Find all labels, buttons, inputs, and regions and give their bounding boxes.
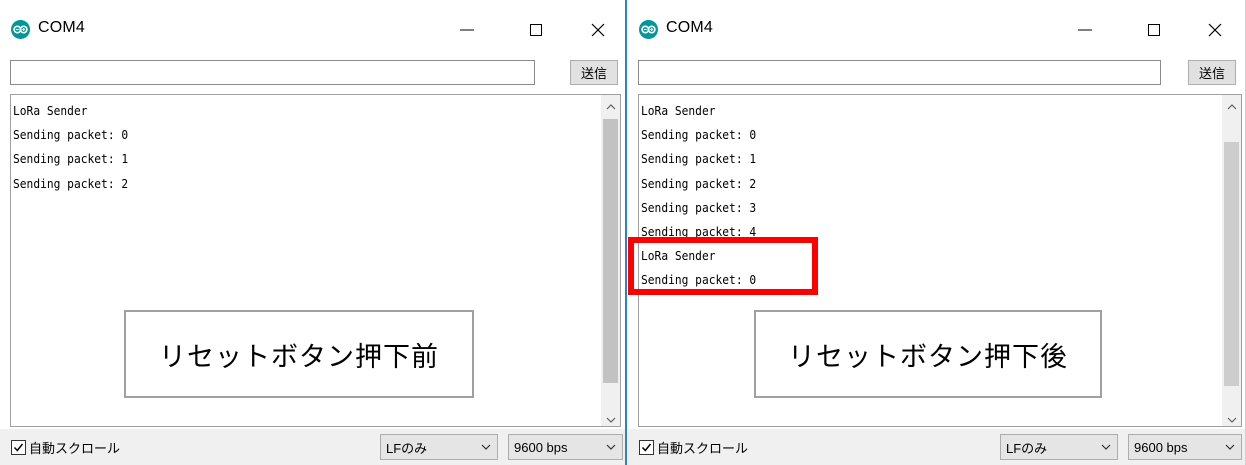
chevron-down-icon bbox=[605, 441, 617, 456]
chevron-down-icon bbox=[480, 441, 492, 456]
serial-monitor-window-after: COM4 送信 LoRa Sender Sending packet: 0 Se… bbox=[628, 0, 1246, 465]
autoscroll-checkbox[interactable] bbox=[11, 440, 26, 455]
minimize-icon bbox=[459, 22, 475, 38]
chevron-down-icon bbox=[1100, 441, 1112, 456]
highlight-box bbox=[628, 237, 818, 295]
output-line: Sending packet: 1 bbox=[13, 151, 129, 167]
send-input[interactable] bbox=[10, 60, 535, 85]
minimize-button[interactable] bbox=[444, 12, 490, 48]
caption-label: リセットボタン押下前 bbox=[124, 310, 474, 398]
line-ending-value: LFのみ bbox=[1006, 440, 1048, 456]
vertical-scrollbar[interactable] bbox=[1222, 95, 1241, 426]
chevron-down-icon bbox=[606, 408, 616, 427]
close-icon bbox=[1207, 22, 1223, 38]
maximize-button[interactable] bbox=[1131, 12, 1177, 48]
close-button[interactable] bbox=[1192, 12, 1238, 48]
baud-rate-value: 9600 bps bbox=[514, 439, 568, 455]
output-line: Sending packet: 2 bbox=[13, 175, 129, 191]
maximize-icon bbox=[528, 22, 544, 38]
serial-monitor-window-before: COM4 送信 LoRa Sender Sending packet: 0 Se… bbox=[0, 0, 627, 465]
title-bar[interactable]: COM4 bbox=[628, 0, 1245, 54]
output-line: Sending packet: 2 bbox=[641, 175, 757, 191]
line-ending-select[interactable]: LFのみ bbox=[1000, 434, 1118, 460]
status-bar: 自動スクロール LFのみ 9600 bps bbox=[0, 429, 625, 465]
arduino-icon bbox=[11, 20, 30, 39]
chevron-up-icon bbox=[606, 95, 616, 114]
output-line: LoRa Sender bbox=[13, 103, 88, 118]
scroll-thumb[interactable] bbox=[1224, 142, 1239, 386]
send-row: 送信 bbox=[628, 57, 1245, 87]
scroll-thumb[interactable] bbox=[603, 119, 618, 383]
checkmark-icon bbox=[13, 438, 24, 457]
chevron-up-icon bbox=[1227, 95, 1237, 114]
send-button[interactable]: 送信 bbox=[570, 60, 618, 85]
autoscroll-checkbox[interactable] bbox=[639, 440, 654, 455]
scroll-down-button[interactable] bbox=[1222, 408, 1241, 426]
send-input[interactable] bbox=[638, 60, 1161, 85]
close-icon bbox=[590, 22, 606, 38]
window-title: COM4 bbox=[38, 19, 86, 36]
line-ending-value: LFのみ bbox=[386, 440, 428, 456]
autoscroll-label: 自動スクロール bbox=[29, 442, 121, 457]
output-lines: LoRa Sender Sending packet: 0 Sending pa… bbox=[13, 99, 141, 196]
chevron-down-icon bbox=[1224, 441, 1236, 456]
baud-rate-value: 9600 bps bbox=[1134, 439, 1188, 455]
maximize-button[interactable] bbox=[513, 12, 559, 48]
autoscroll-label: 自動スクロール bbox=[657, 442, 749, 457]
minimize-button[interactable] bbox=[1062, 12, 1108, 48]
scroll-up-button[interactable] bbox=[601, 95, 620, 113]
arduino-icon bbox=[639, 20, 658, 39]
output-line: Sending packet: 0 bbox=[641, 127, 757, 143]
maximize-icon bbox=[1146, 22, 1162, 38]
autoscroll-toggle[interactable]: 自動スクロール bbox=[639, 438, 748, 457]
window-title: COM4 bbox=[666, 19, 714, 36]
scroll-up-button[interactable] bbox=[1222, 95, 1241, 113]
output-line: Sending packet: 1 bbox=[641, 151, 757, 167]
output-line: LoRa Sender bbox=[641, 103, 716, 118]
baud-rate-select[interactable]: 9600 bps bbox=[508, 434, 623, 460]
line-ending-select[interactable]: LFのみ bbox=[380, 434, 498, 460]
baud-rate-select[interactable]: 9600 bps bbox=[1128, 434, 1242, 460]
minimize-icon bbox=[1077, 22, 1093, 38]
close-button[interactable] bbox=[575, 12, 621, 48]
status-bar: 自動スクロール LFのみ 9600 bps bbox=[628, 429, 1245, 465]
output-line: Sending packet: 3 bbox=[641, 199, 757, 215]
vertical-scrollbar[interactable] bbox=[601, 95, 620, 426]
caption-label: リセットボタン押下後 bbox=[754, 310, 1102, 398]
scroll-down-button[interactable] bbox=[601, 408, 620, 426]
title-bar[interactable]: COM4 bbox=[0, 0, 625, 54]
send-row: 送信 bbox=[0, 57, 625, 87]
send-button[interactable]: 送信 bbox=[1188, 60, 1236, 85]
output-line: Sending packet: 0 bbox=[13, 127, 129, 143]
autoscroll-toggle[interactable]: 自動スクロール bbox=[11, 438, 120, 457]
chevron-down-icon bbox=[1227, 408, 1237, 427]
checkmark-icon bbox=[641, 438, 652, 457]
